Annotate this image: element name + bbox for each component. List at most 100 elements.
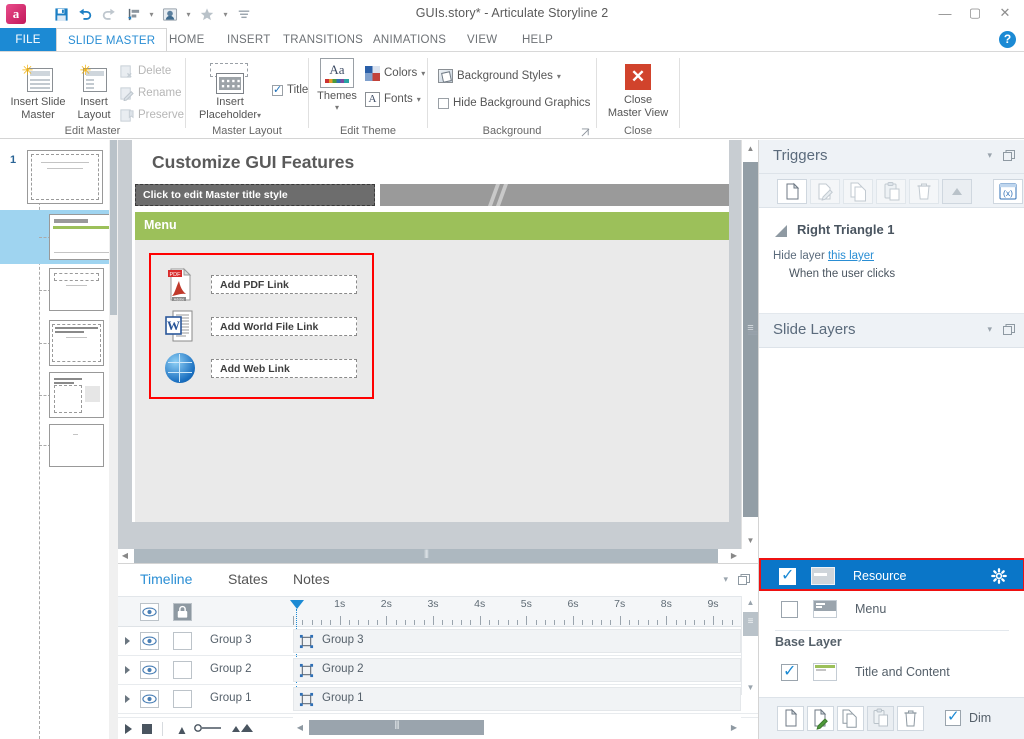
help-icon[interactable]: ? — [999, 31, 1016, 48]
copy-layer-button[interactable] — [837, 706, 864, 731]
scroll-down-icon[interactable]: ▼ — [742, 681, 759, 695]
canvas-horizontal-scrollbar[interactable]: ◀ ▶ — [118, 548, 758, 563]
delete-layer-button[interactable] — [897, 706, 924, 731]
lock-icon[interactable] — [173, 690, 192, 708]
undock-icon[interactable] — [1003, 150, 1015, 161]
edit-trigger-button[interactable] — [810, 179, 840, 204]
thumbnail-item-title-only[interactable] — [0, 266, 118, 316]
scroll-right-icon[interactable]: ▶ — [727, 720, 741, 735]
master-title-placeholder[interactable]: Click to edit Master title style — [135, 184, 375, 206]
eye-icon[interactable] — [140, 603, 159, 621]
lock-icon[interactable] — [173, 632, 192, 650]
timeline-vscroll-thumb[interactable] — [743, 612, 758, 636]
stop-icon[interactable] — [142, 724, 152, 734]
lock-icon[interactable] — [173, 661, 192, 679]
zoom-out-icon[interactable]: ▲ — [176, 723, 188, 737]
fonts-button[interactable]: A Fonts ▾ — [363, 89, 423, 109]
layer-visibility-checkbox[interactable] — [779, 565, 796, 585]
tab-notes[interactable]: Notes — [293, 571, 330, 587]
zoom-in-icon[interactable] — [230, 723, 256, 733]
eye-icon[interactable] — [140, 661, 159, 679]
layer-row-base[interactable]: Title and Content — [761, 656, 1023, 689]
background-styles-button[interactable]: Background Styles ▾ — [436, 66, 563, 86]
timeline-horizontal-scrollbar[interactable]: ◀ ▶ — [293, 717, 741, 739]
layer-visibility-checkbox[interactable] — [781, 661, 798, 681]
layer-visibility-checkbox[interactable] — [781, 601, 798, 618]
manage-variables-button[interactable]: (x) — [993, 179, 1023, 204]
slide-master-canvas[interactable]: Customize GUI Features Click to edit Mas… — [132, 140, 729, 522]
edit-layer-button[interactable] — [807, 706, 834, 731]
paste-layer-button[interactable] — [867, 706, 894, 731]
chevron-down-icon[interactable]: ▾ — [723, 574, 728, 585]
tab-view[interactable]: VIEW — [456, 28, 508, 52]
eye-icon[interactable] — [140, 690, 159, 708]
timeline-row-bar[interactable]: Group 3 — [293, 629, 741, 653]
trigger-action-link[interactable]: this layer — [828, 250, 874, 262]
scroll-left-icon[interactable]: ◀ — [293, 720, 307, 735]
layer-row-menu[interactable]: Menu — [761, 593, 1023, 626]
expand-icon[interactable] — [125, 666, 130, 674]
panel-splitter[interactable]: ||| — [747, 330, 758, 354]
timeline-playhead[interactable] — [290, 600, 304, 609]
thumbnail-item-master[interactable] — [0, 146, 118, 208]
scroll-up-icon[interactable]: ▲ — [742, 140, 759, 157]
tab-timeline[interactable]: Timeline — [140, 571, 192, 587]
thumbnail-item-content-a[interactable] — [0, 318, 118, 370]
background-dialog-launcher[interactable] — [581, 128, 590, 137]
close-master-view-button[interactable]: ✕ Close Master View — [605, 54, 671, 119]
expand-icon[interactable] — [125, 695, 130, 703]
hide-background-graphics-checkbox[interactable]: Hide Background Graphics — [436, 93, 592, 113]
new-trigger-button[interactable] — [777, 179, 807, 204]
selected-group-outline[interactable]: PDF Adobe Add PDF Link W Add World File … — [149, 253, 374, 399]
thumbnail-item-title-and-content[interactable] — [0, 210, 118, 264]
delete-trigger-button[interactable] — [909, 179, 939, 204]
chevron-down-icon[interactable]: ▾ — [987, 324, 992, 335]
tab-transitions[interactable]: TRANSITIONS — [272, 28, 374, 52]
table-row[interactable]: Group 1 Group 1 — [118, 685, 758, 714]
chevron-down-icon[interactable]: ▾ — [987, 150, 992, 161]
delete-master-button[interactable]: Delete — [117, 61, 173, 81]
tab-animations[interactable]: ANIMATIONS — [362, 28, 457, 52]
play-icon[interactable] — [125, 724, 132, 734]
new-layer-button[interactable] — [777, 706, 804, 731]
close-button[interactable]: ✕ — [990, 2, 1020, 24]
link-row-web[interactable]: Add Web Link — [151, 349, 376, 389]
scroll-down-icon[interactable]: ▼ — [742, 532, 759, 549]
timeline-ruler[interactable]: 1s 2s 3s 4s 5s 6s 7s 8s 9s — [293, 596, 742, 627]
paste-trigger-button[interactable] — [876, 179, 906, 204]
rename-master-button[interactable]: Rename — [117, 83, 183, 103]
thumbnail-item-content-b[interactable] — [0, 370, 118, 422]
scroll-left-icon[interactable]: ◀ — [118, 549, 132, 563]
thumbnail-item-blank[interactable] — [0, 422, 118, 470]
zoom-slider[interactable] — [194, 723, 222, 733]
add-web-link-button[interactable]: Add Web Link — [211, 359, 357, 378]
minimize-button[interactable]: — — [930, 2, 960, 24]
table-row[interactable]: Group 2 Group 2 — [118, 656, 758, 685]
slide-thumbnail-panel[interactable]: 1 — [0, 140, 118, 739]
timeline-row-bar[interactable]: Group 1 — [293, 687, 741, 711]
insert-slide-master-button[interactable]: ✳ Insert Slide Master — [4, 58, 72, 121]
insert-placeholder-button[interactable]: Insert Placeholder▾ — [192, 55, 268, 122]
thumbnail-scrollbar[interactable] — [109, 140, 118, 739]
tab-home[interactable]: HOME — [158, 28, 216, 52]
timeline-vertical-scrollbar[interactable]: ▲ ▼ — [741, 596, 758, 695]
link-row-pdf[interactable]: PDF Adobe Add PDF Link — [151, 265, 376, 305]
copy-trigger-button[interactable] — [843, 179, 873, 204]
preserve-master-button[interactable]: Preserve — [117, 105, 186, 125]
tab-help[interactable]: HELP — [511, 28, 564, 52]
chevron-down-icon[interactable]: ▾ — [312, 103, 362, 112]
maximize-button[interactable]: ▢ — [960, 2, 990, 24]
themes-button[interactable]: Aa Themes ▾ — [312, 54, 362, 112]
gear-icon[interactable] — [991, 568, 1007, 584]
scroll-up-icon[interactable]: ▲ — [742, 596, 759, 610]
trigger-action[interactable]: Hide layer this layer — [773, 250, 874, 262]
undock-icon[interactable] — [738, 574, 750, 585]
lock-icon[interactable] — [173, 603, 192, 621]
expand-icon[interactable] — [125, 637, 130, 645]
dim-checkbox[interactable] — [945, 707, 961, 726]
tab-states[interactable]: States — [228, 571, 268, 587]
tab-slide-master[interactable]: SLIDE MASTER — [56, 28, 168, 52]
timeline-hscroll-thumb[interactable] — [309, 719, 484, 735]
slide-canvas-area[interactable]: Customize GUI Features Click to edit Mas… — [118, 140, 759, 563]
table-row[interactable]: Group 3 Group 3 — [118, 627, 758, 656]
